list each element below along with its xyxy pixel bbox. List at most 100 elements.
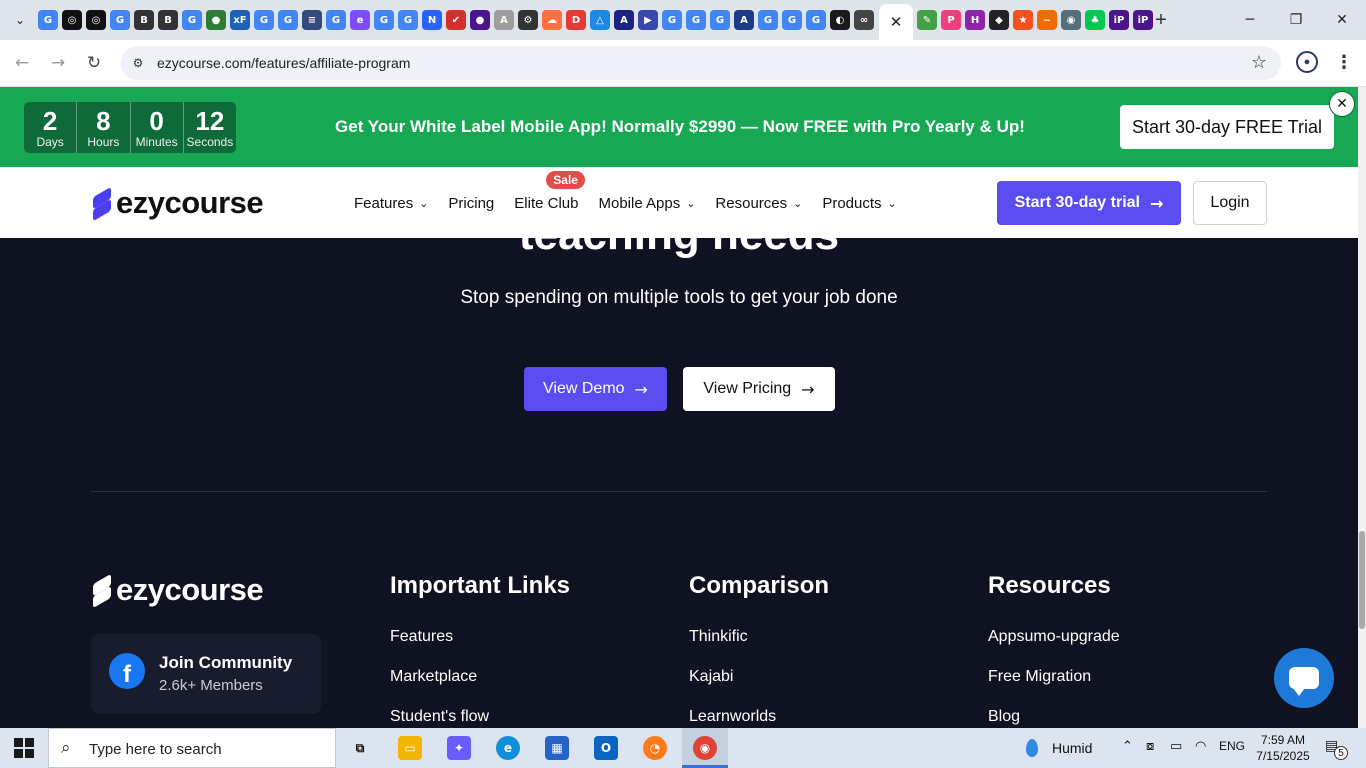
battery-icon[interactable]: ▭ [1170, 739, 1182, 754]
triangle-icon[interactable]: △ [590, 10, 610, 30]
edge-icon[interactable]: e [496, 736, 520, 760]
menu-kebab-icon[interactable]: ⋮ [1334, 51, 1354, 73]
promo-trial-button[interactable]: Start 30-day FREE Trial [1120, 105, 1334, 149]
nav-products[interactable]: Products ⌄ [822, 195, 896, 212]
file-explorer-icon[interactable]: ▭ [398, 736, 422, 760]
wave-icon[interactable]: ~ [1037, 10, 1057, 30]
adk-icon[interactable]: A [494, 10, 514, 30]
play-icon[interactable]: ▶ [638, 10, 658, 30]
chat-widget-button[interactable] [1274, 648, 1334, 708]
page-scrollbar[interactable] [1358, 87, 1366, 728]
chevron-up-icon[interactable]: ⌃ [1122, 739, 1133, 754]
outlook-icon[interactable]: O [594, 736, 618, 760]
google-icon[interactable]: G [110, 10, 130, 30]
nav-mobile-apps[interactable]: Mobile Apps ⌄ [598, 195, 695, 212]
xf-icon[interactable]: xF [230, 10, 250, 30]
login-button[interactable]: Login [1193, 181, 1267, 225]
footer-link[interactable]: Thinkific [689, 628, 829, 668]
google-icon[interactable]: G [374, 10, 394, 30]
footer-link[interactable]: Marketplace [390, 668, 570, 708]
e-icon[interactable]: e [350, 10, 370, 30]
footer-link[interactable]: Kajabi [689, 668, 829, 708]
a-icon[interactable]: A [614, 10, 634, 30]
leaf-icon[interactable]: ✎ [917, 10, 937, 30]
bookmark-star-icon[interactable]: ☆ [1251, 52, 1267, 73]
back-icon[interactable]: ← [10, 51, 34, 75]
google-icon[interactable]: G [758, 10, 778, 30]
window-close-icon[interactable]: ✕ [1330, 8, 1354, 32]
site-info-icon[interactable]: ⚙ [129, 54, 147, 72]
store-icon[interactable]: ▦ [545, 736, 569, 760]
b-icon[interactable]: B [134, 10, 154, 30]
signature-icon[interactable]: A [734, 10, 754, 30]
meet-icon[interactable]: ⧇ [1146, 739, 1154, 754]
google-icon[interactable]: G [806, 10, 826, 30]
profile-icon[interactable]: ● [1296, 51, 1318, 73]
windows-start-icon[interactable] [14, 738, 34, 758]
language-indicator[interactable]: ENG [1219, 739, 1245, 753]
nav-elite-club[interactable]: Sale Elite Club [514, 170, 585, 212]
link-icon[interactable]: ∞ [854, 10, 874, 30]
site-logo[interactable]: ezycourse [91, 185, 264, 220]
cloud-icon[interactable]: ☁ [542, 10, 562, 30]
nav-features[interactable]: Features ⌄ [354, 195, 428, 212]
google-icon[interactable]: G [662, 10, 682, 30]
join-community-card[interactable]: f Join Community 2.6k+ Members [91, 634, 321, 714]
footer-link[interactable]: Features [390, 628, 570, 668]
ellipse-icon[interactable]: ◐ [830, 10, 850, 30]
globe-icon[interactable]: ● [206, 10, 226, 30]
forward-icon[interactable]: → [46, 51, 70, 75]
tree-icon[interactable]: ♣ [1085, 10, 1105, 30]
gear-icon[interactable]: ⚙ [518, 10, 538, 30]
footer-link[interactable]: Learnworlds [689, 708, 829, 728]
restore-icon[interactable]: ❐ [1284, 8, 1308, 32]
n-icon[interactable]: N [422, 10, 442, 30]
minimize-icon[interactable]: ─ [1238, 8, 1262, 32]
url-text[interactable]: ezycourse.com/features/affiliate-program [157, 55, 410, 71]
firefox-icon[interactable]: ◔ [643, 736, 667, 760]
ip-icon[interactable]: iP [1109, 10, 1129, 30]
shield-icon[interactable]: ◆ [989, 10, 1009, 30]
google-icon[interactable]: G [254, 10, 274, 30]
globe-icon[interactable]: ◉ [1061, 10, 1081, 30]
task-view-icon[interactable]: ⧉ [348, 736, 372, 760]
scrollbar-thumb[interactable] [1359, 531, 1365, 629]
openai-icon[interactable]: ◎ [86, 10, 106, 30]
google-icon[interactable]: G [686, 10, 706, 30]
openai-icon[interactable]: ◎ [62, 10, 82, 30]
close-tab-icon[interactable]: ✕ [890, 13, 903, 31]
promo-close-icon[interactable]: ✕ [1329, 91, 1355, 117]
google-icon[interactable]: G [710, 10, 730, 30]
view-demo-button[interactable]: View Demo → [524, 367, 667, 411]
wifi-icon[interactable]: ◠ [1195, 739, 1206, 754]
check-icon[interactable]: ✔ [446, 10, 466, 30]
google-icon[interactable]: G [398, 10, 418, 30]
reload-icon[interactable]: ↻ [82, 51, 106, 75]
taskbar-clock[interactable]: 7:59 AM 7/15/2025 [1253, 732, 1313, 764]
ip-icon[interactable]: iP [1133, 10, 1153, 30]
copilot-icon[interactable]: ✦ [447, 736, 471, 760]
address-bar[interactable]: ⚙ ezycourse.com/features/affiliate-progr… [121, 46, 1281, 80]
view-pricing-button[interactable]: View Pricing → [683, 367, 835, 411]
nav-resources[interactable]: Resources ⌄ [715, 195, 802, 212]
stack-icon[interactable]: ≡ [302, 10, 322, 30]
d-icon[interactable]: D [566, 10, 586, 30]
p-icon[interactable]: P [941, 10, 961, 30]
badge-icon[interactable]: ★ [1013, 10, 1033, 30]
google-icon[interactable]: G [38, 10, 58, 30]
new-tab-button[interactable]: + [1151, 8, 1171, 32]
start-trial-button[interactable]: Start 30-day trial → [997, 181, 1181, 225]
tab-search-icon[interactable]: ⌄ [8, 8, 32, 32]
circle-icon[interactable]: ● [470, 10, 490, 30]
chrome-icon[interactable]: ◉ [693, 736, 717, 760]
weather-widget[interactable]: Humid [1026, 739, 1092, 757]
footer-logo[interactable]: ezycourse [91, 572, 264, 608]
b-icon[interactable]: B [158, 10, 178, 30]
footer-link[interactable]: Free Migration [988, 668, 1120, 708]
taskbar-search[interactable]: ⌕ Type here to search [48, 728, 336, 768]
google-icon[interactable]: G [782, 10, 802, 30]
footer-link[interactable]: Student's flow [390, 708, 570, 728]
google-icon[interactable]: G [278, 10, 298, 30]
google-icon[interactable]: G [182, 10, 202, 30]
nav-pricing[interactable]: Pricing [448, 195, 494, 212]
